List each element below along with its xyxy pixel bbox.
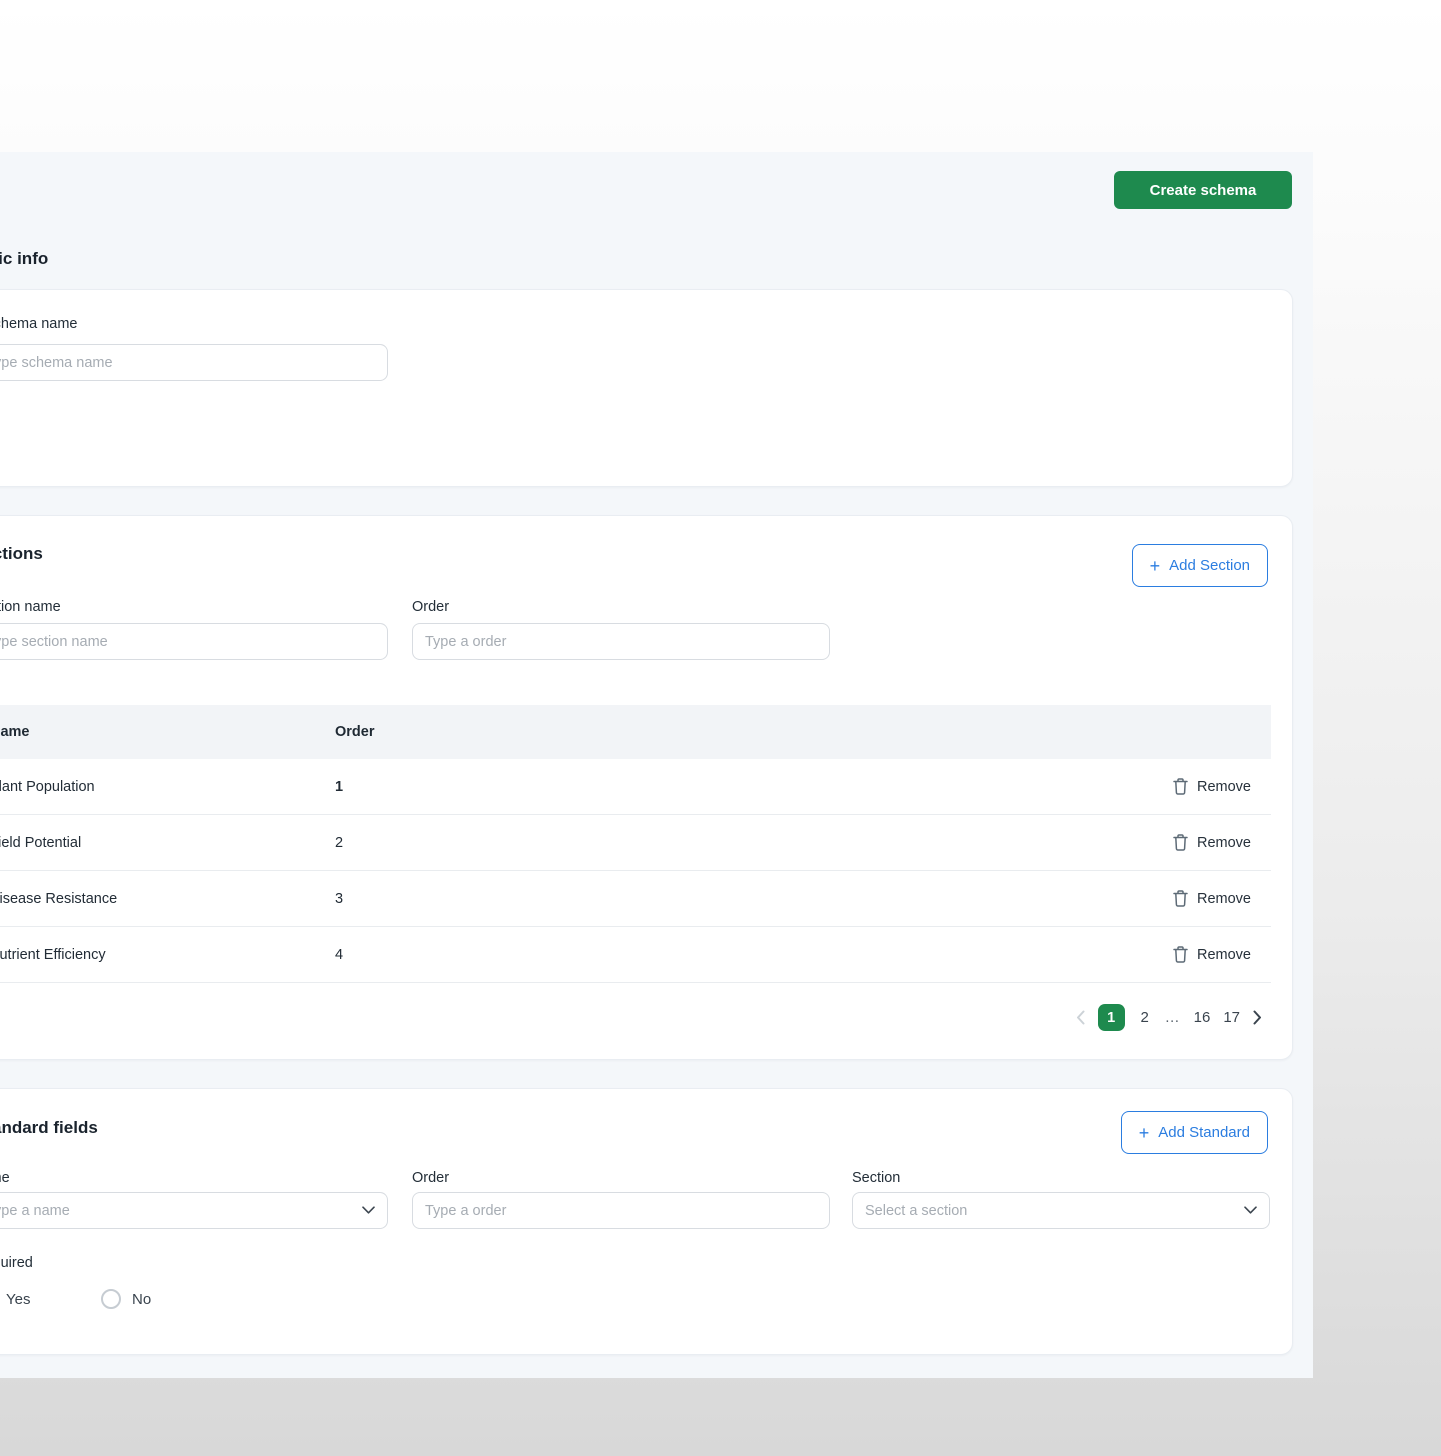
standard-section-select[interactable] <box>852 1192 1270 1229</box>
standard-section-input[interactable] <box>852 1192 1270 1229</box>
basic-info-title: Basic info <box>0 249 48 269</box>
trash-icon <box>1173 834 1188 851</box>
remove-label: Remove <box>1197 779 1251 795</box>
no-radio-label: No <box>132 1291 151 1308</box>
pagination-prev-icon[interactable] <box>1076 1010 1085 1025</box>
required-no-option[interactable]: No <box>101 1289 151 1309</box>
remove-label: Remove <box>1197 891 1251 907</box>
standard-name-label: Name <box>0 1170 10 1186</box>
pagination-page-16[interactable]: 16 <box>1194 1009 1211 1026</box>
plus-icon: + <box>1150 557 1161 575</box>
add-section-label: Add Section <box>1169 557 1250 574</box>
remove-section-button[interactable]: Remove <box>1173 946 1251 963</box>
standard-order-label: Order <box>412 1170 449 1186</box>
standard-name-input[interactable] <box>0 1192 388 1229</box>
add-section-button[interactable]: + Add Section <box>1132 544 1268 587</box>
create-schema-button[interactable]: Create schema <box>1114 171 1292 209</box>
table-row: Nutrient Efficiency 4 Remove <box>0 927 1271 983</box>
required-label: Required <box>0 1255 33 1271</box>
standard-fields-title: Standard fields <box>0 1118 98 1138</box>
table-row: Yield Potential 2 Remove <box>0 815 1271 871</box>
trash-icon <box>1173 946 1188 963</box>
standard-fields-card: Standard fields + Add Standard Name Orde… <box>0 1088 1293 1355</box>
section-order-cell: 3 <box>335 891 343 907</box>
page-background: Schema › New schema Create schema Basic … <box>0 0 1441 1456</box>
section-name-input[interactable] <box>0 623 388 660</box>
sections-table: Name Order Plant Population 1 Remove Yie… <box>0 705 1271 983</box>
remove-label: Remove <box>1197 835 1251 851</box>
pagination-page-1[interactable]: 1 <box>1098 1004 1125 1031</box>
section-order-cell: 4 <box>335 947 343 963</box>
remove-label: Remove <box>1197 947 1251 963</box>
standard-name-select[interactable] <box>0 1192 388 1229</box>
basic-info-card: Schema name <box>0 289 1293 487</box>
standard-section-label: Section <box>852 1170 900 1186</box>
table-row: Plant Population 1 Remove <box>0 759 1271 815</box>
section-name-cell: Disease Resistance <box>0 891 117 907</box>
section-name-cell: Yield Potential <box>0 835 81 851</box>
pagination-ellipsis: … <box>1165 1009 1181 1026</box>
section-order-label: Order <box>412 599 449 615</box>
section-name-label: Section name <box>0 599 61 615</box>
add-standard-label: Add Standard <box>1158 1124 1250 1141</box>
required-yes-option[interactable]: Yes <box>0 1289 30 1309</box>
schema-name-input[interactable] <box>0 344 388 381</box>
remove-section-button[interactable]: Remove <box>1173 834 1251 851</box>
trash-icon <box>1173 778 1188 795</box>
pagination-page-17[interactable]: 17 <box>1223 1009 1240 1026</box>
content-panel: Schema › New schema Create schema Basic … <box>0 152 1313 1378</box>
remove-section-button[interactable]: Remove <box>1173 890 1251 907</box>
trash-icon <box>1173 890 1188 907</box>
pagination-page-2[interactable]: 2 <box>1138 1009 1152 1026</box>
column-header-name: Name <box>0 724 30 740</box>
standard-order-input[interactable] <box>412 1192 830 1229</box>
sections-title: Sections <box>0 544 43 564</box>
table-header-row: Name Order <box>0 705 1271 759</box>
schema-name-label: Schema name <box>0 316 78 332</box>
section-order-input[interactable] <box>412 623 830 660</box>
section-order-cell: 2 <box>335 835 343 851</box>
table-row: Disease Resistance 3 Remove <box>0 871 1271 927</box>
plus-icon: + <box>1139 1124 1150 1142</box>
column-header-order: Order <box>335 724 375 740</box>
section-name-cell: Nutrient Efficiency <box>0 947 106 963</box>
sections-card: Sections + Add Section Section name Orde… <box>0 515 1293 1060</box>
section-order-cell: 1 <box>335 779 343 795</box>
remove-section-button[interactable]: Remove <box>1173 778 1251 795</box>
yes-radio-label: Yes <box>6 1291 30 1308</box>
section-name-cell: Plant Population <box>0 779 95 795</box>
add-standard-button[interactable]: + Add Standard <box>1121 1111 1268 1154</box>
pagination-next-icon[interactable] <box>1253 1010 1262 1025</box>
no-radio[interactable] <box>101 1289 121 1309</box>
pagination: 1 2 … 16 17 <box>1076 1004 1262 1031</box>
